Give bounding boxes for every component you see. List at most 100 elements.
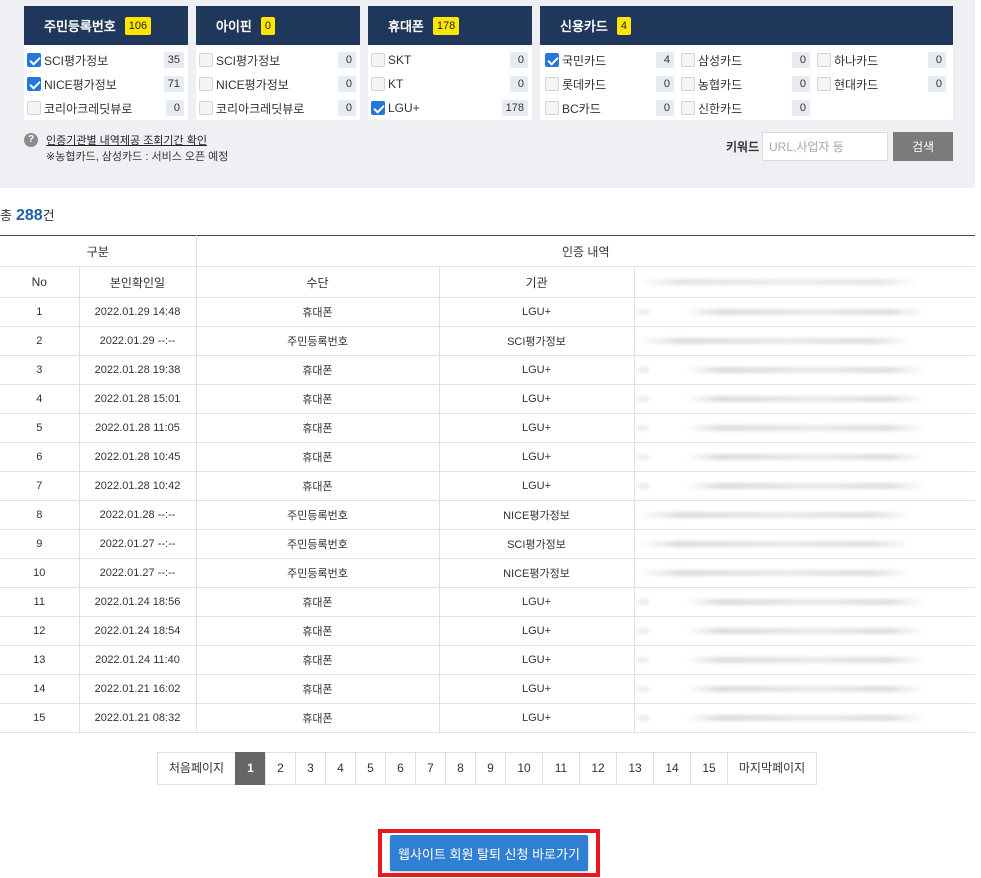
cell-no: 10 <box>0 558 80 588</box>
last-page-button[interactable]: 마지막페이지 <box>727 752 817 785</box>
filter-header: 신용카드 4 <box>540 6 953 45</box>
checkbox[interactable] <box>199 101 213 115</box>
cell-verified-date: 2022.01.29 --:-- <box>79 326 197 356</box>
checkbox[interactable] <box>817 53 831 67</box>
redacted-content <box>638 279 919 285</box>
filter-box-mobile: 휴대폰 178 SKT 0 KT 0 LGU+ 178 <box>368 6 532 120</box>
checkbox[interactable] <box>817 77 831 91</box>
page-button[interactable]: 6 <box>385 752 416 785</box>
page-button[interactable]: 4 <box>325 752 356 785</box>
checkbox[interactable] <box>27 53 41 67</box>
first-page-button[interactable]: 처음페이지 <box>157 752 236 785</box>
cell-agency: NICE평가정보 <box>439 558 635 588</box>
cell-verified-date: 2022.01.21 16:02 <box>79 674 197 704</box>
checkbox[interactable] <box>545 53 559 67</box>
checkbox[interactable] <box>545 101 559 115</box>
page-button[interactable]: 1 <box>235 752 266 785</box>
cell-verified-date: 2022.01.28 10:45 <box>79 442 197 472</box>
cell-verified-date: 2022.01.24 18:56 <box>79 587 197 617</box>
keyword-label: 키워드 <box>726 140 760 154</box>
cell-method: 휴대폰 <box>196 413 440 443</box>
checkbox[interactable] <box>681 53 695 67</box>
filter-option[interactable]: 코리아크레딧뷰로 0 <box>27 96 184 120</box>
total-prefix: 총 <box>0 208 12 223</box>
page-button[interactable]: 13 <box>616 752 654 785</box>
filter-option[interactable]: 하나카드 0 <box>817 48 953 72</box>
page-button[interactable]: 7 <box>415 752 446 785</box>
table-row: 1 2022.01.29 14:48 휴대폰 LGU+ <box>0 297 975 327</box>
filter-option[interactable]: SCI평가정보 35 <box>27 48 184 72</box>
page-button[interactable]: 12 <box>579 752 617 785</box>
cell-agency: LGU+ <box>439 471 635 501</box>
checkbox[interactable] <box>681 77 695 91</box>
verification-history-page: 주민등록번호 106 SCI평가정보 35 NICE평가정보 71 코리아크레딧뷰로… <box>0 0 981 878</box>
page-button[interactable]: 11 <box>542 752 580 785</box>
filter-option[interactable]: SKT 0 <box>371 48 528 72</box>
page-button[interactable]: 2 <box>265 752 296 785</box>
redacted-content <box>638 541 911 547</box>
filter-option[interactable]: 현대카드 0 <box>817 72 953 96</box>
page-button[interactable]: 5 <box>355 752 386 785</box>
checkbox[interactable] <box>681 101 695 115</box>
filter-title: 주민등록번호 <box>44 19 116 34</box>
filter-options: 국민카드 4 삼성카드 0 하나카드 0 롯데카드 0 농협카드 0 현대카드 0 BC카드… <box>540 45 953 120</box>
filter-option[interactable]: 삼성카드 0 <box>681 48 817 72</box>
checkbox[interactable] <box>27 101 41 115</box>
search-button[interactable]: 검색 <box>893 132 953 161</box>
cell-redacted <box>634 471 975 501</box>
cell-no: 5 <box>0 413 80 443</box>
redacted-content <box>636 367 925 373</box>
checkbox[interactable] <box>199 77 213 91</box>
table-row: 9 2022.01.27 --:-- 주민등록번호 SCI평가정보 <box>0 529 975 559</box>
checkbox[interactable] <box>371 53 385 67</box>
service-notice: ※농협카드, 삼성카드 : 서비스 오픈 예정 <box>46 151 229 163</box>
verification-history-table: 구분 인증 내역 No 본인확인일 수단 기관 1 2022.01.29 14:4… <box>0 235 975 733</box>
cell-agency: NICE평가정보 <box>439 500 635 530</box>
checkbox[interactable] <box>371 77 385 91</box>
page-button[interactable]: 3 <box>295 752 326 785</box>
cell-no: 12 <box>0 616 80 646</box>
page-button[interactable]: 10 <box>505 752 543 785</box>
withdraw-membership-button[interactable]: 웹사이트 회원 탈퇴 신청 바로가기 <box>390 835 588 871</box>
page-button[interactable]: 15 <box>690 752 728 785</box>
filter-option[interactable]: BC카드 0 <box>545 96 681 120</box>
filter-option[interactable]: SCI평가정보 0 <box>199 48 356 72</box>
cell-verified-date: 2022.01.28 11:05 <box>79 413 197 443</box>
cell-method: 주민등록번호 <box>196 500 440 530</box>
checkbox[interactable] <box>199 53 213 67</box>
table-group-header-row: 구분 인증 내역 <box>0 235 975 267</box>
filter-option[interactable]: 신한카드 0 <box>681 96 817 120</box>
page-button[interactable]: 8 <box>445 752 476 785</box>
cell-redacted <box>634 355 975 385</box>
filter-option[interactable]: 코리아크레딧뷰로 0 <box>199 96 356 120</box>
cell-agency: LGU+ <box>439 645 635 675</box>
filter-option[interactable]: 롯데카드 0 <box>545 72 681 96</box>
checkbox[interactable] <box>27 77 41 91</box>
highlight-outline: 웹사이트 회원 탈퇴 신청 바로가기 <box>378 829 600 877</box>
total-number: 288 <box>15 207 43 224</box>
keyword-input[interactable] <box>762 132 888 161</box>
filter-option-count: 0 <box>792 100 810 116</box>
checkbox[interactable] <box>545 77 559 91</box>
filter-option[interactable]: LGU+ 178 <box>371 96 528 120</box>
filter-option[interactable]: 농협카드 0 <box>681 72 817 96</box>
filter-option-count: 0 <box>792 52 810 68</box>
cell-no: 1 <box>0 297 80 327</box>
filter-option[interactable]: KT 0 <box>371 72 528 96</box>
filter-option-count: 0 <box>656 100 674 116</box>
filter-option-label: 코리아크레딧뷰로 <box>44 101 133 116</box>
page-button[interactable]: 14 <box>653 752 691 785</box>
filter-option[interactable]: NICE평가정보 0 <box>199 72 356 96</box>
filter-option-count: 0 <box>338 100 356 116</box>
inquiry-period-link[interactable]: 인증기관별 내역제공 조회기간 확인 <box>46 132 207 148</box>
redacted-content <box>636 309 925 315</box>
filter-option-label: KT <box>388 77 404 91</box>
filter-option-label: LGU+ <box>388 101 420 115</box>
cell-no: 11 <box>0 587 80 617</box>
filter-option[interactable]: NICE평가정보 71 <box>27 72 184 96</box>
filter-option[interactable]: 국민카드 4 <box>545 48 681 72</box>
table-row: 15 2022.01.21 08:32 휴대폰 LGU+ <box>0 703 975 733</box>
filter-total-badge: 0 <box>260 16 276 35</box>
page-button[interactable]: 9 <box>475 752 506 785</box>
checkbox[interactable] <box>371 101 385 115</box>
